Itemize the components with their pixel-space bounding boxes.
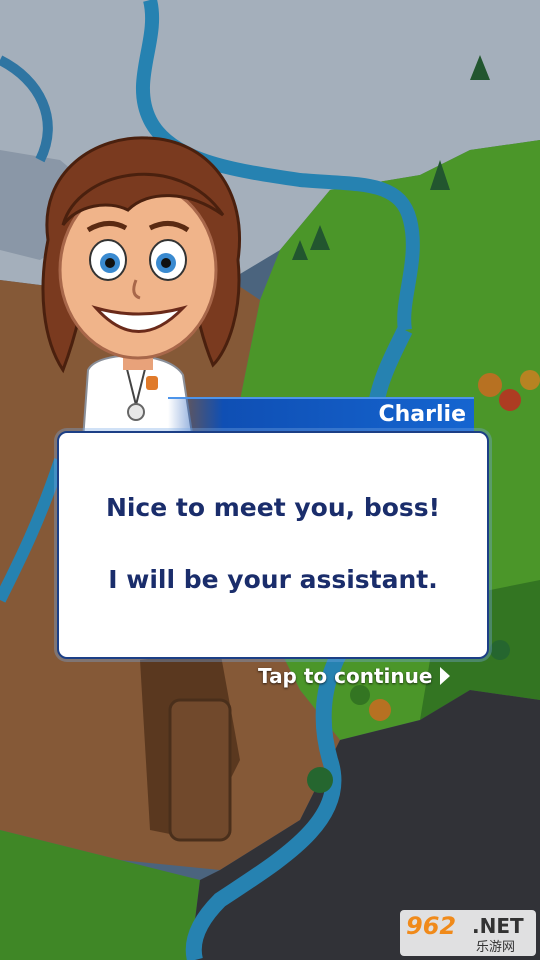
dialog-line-2: I will be your assistant. [108,565,438,594]
dialog-box[interactable]: Nice to meet you, boss! I will be your a… [57,431,489,659]
watermark-net: .NET [472,914,524,938]
speaker-name-banner: Charlie [168,397,474,433]
charlie-character-portrait [41,136,241,440]
tap-to-continue-label: Tap to continue [258,664,433,688]
tap-to-continue-button[interactable]: Tap to continue [258,662,451,690]
watermark-number: 962 [406,912,457,940]
watermark-subtitle: 乐游网 [476,940,516,955]
dialog-line-1: Nice to meet you, boss! [105,493,441,522]
whistle [146,376,158,390]
continue-arrow-icon [440,667,451,685]
badge [127,403,145,421]
site-watermark-logo: 962 .NET 乐游网 [400,910,536,956]
speaker-name: Charlie [378,402,466,427]
